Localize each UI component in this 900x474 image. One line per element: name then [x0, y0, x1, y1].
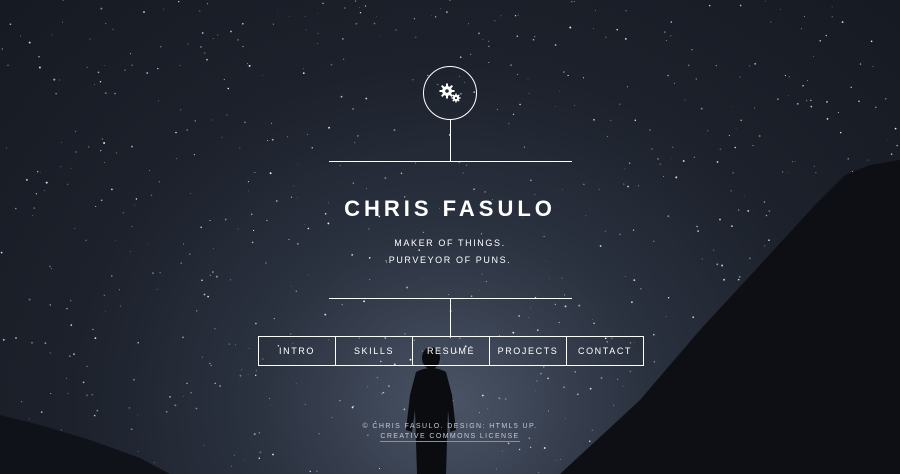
divider-top: [329, 161, 572, 162]
footer-license-wrap: CREATIVE COMMONS LICENSE: [0, 433, 900, 442]
nav-item-skills[interactable]: SKILLS: [336, 337, 413, 365]
tagline-line-1: MAKER OF THINGS.: [394, 238, 506, 248]
tagline-line-2: PURVEYOR OF PUNS.: [388, 255, 512, 265]
footer-copyright: © CHRIS FASULO. DESIGN: HTML5 UP.: [362, 423, 538, 430]
nav-item-contact[interactable]: CONTACT: [567, 337, 643, 365]
nav-item-resume[interactable]: RESUMÉ: [413, 337, 490, 365]
license-link[interactable]: CREATIVE COMMONS LICENSE: [380, 433, 520, 442]
nav-item-projects[interactable]: PROJECTS: [490, 337, 567, 365]
main-nav: INTRO SKILLS RESUMÉ PROJECTS CONTACT: [258, 336, 644, 366]
connector-line-top: [450, 120, 451, 161]
gears-icon: [439, 83, 461, 103]
nav-item-intro[interactable]: INTRO: [259, 337, 336, 365]
page-title: CHRIS FASULO: [344, 196, 556, 221]
logo-circle: [423, 66, 477, 120]
connector-line-bottom: [450, 298, 451, 336]
hero-section: CHRIS FASULO MAKER OF THINGS. PURVEYOR O…: [0, 0, 900, 474]
